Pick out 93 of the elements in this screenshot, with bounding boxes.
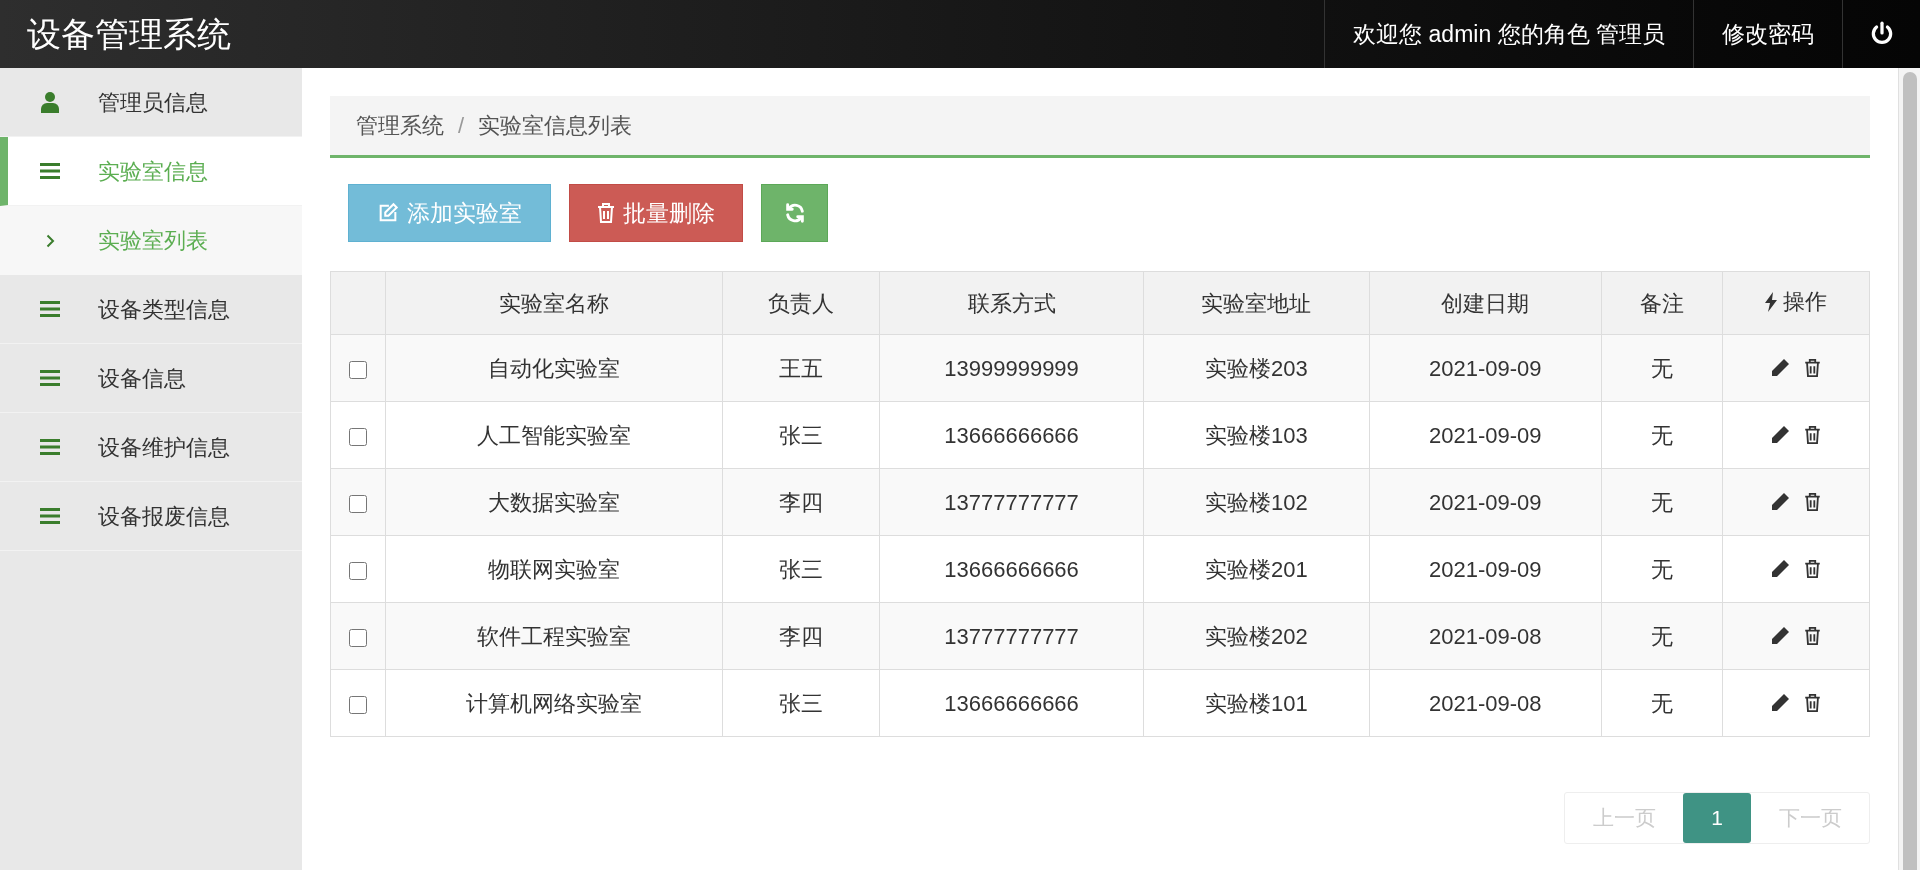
breadcrumb-item[interactable]: 管理系统 bbox=[356, 109, 444, 142]
table-cell: 实验楼203 bbox=[1143, 334, 1370, 402]
column-header: 备注 bbox=[1601, 271, 1723, 335]
table-cell: 王五 bbox=[722, 334, 880, 402]
table-cell: 无 bbox=[1601, 669, 1723, 737]
batch-delete-button[interactable]: 批量删除 bbox=[569, 184, 743, 242]
column-header: 创建日期 bbox=[1369, 271, 1601, 335]
table-cell: 软件工程实验室 bbox=[385, 602, 723, 670]
menu-icon bbox=[40, 370, 60, 386]
column-header: 实验室地址 bbox=[1143, 271, 1370, 335]
delete-button[interactable] bbox=[1804, 559, 1822, 579]
table-cell: 13999999999 bbox=[879, 334, 1144, 402]
trash-icon bbox=[1804, 492, 1822, 512]
refresh-button[interactable] bbox=[761, 184, 828, 242]
edit-button[interactable] bbox=[1770, 425, 1791, 445]
pencil-icon bbox=[1770, 559, 1791, 579]
trash-icon bbox=[1804, 425, 1822, 445]
delete-button[interactable] bbox=[1804, 358, 1822, 378]
menu-icon bbox=[40, 301, 60, 317]
column-header: 联系方式 bbox=[879, 271, 1144, 335]
menu-icon bbox=[40, 508, 60, 524]
table-cell: 13666666666 bbox=[879, 535, 1144, 603]
delete-button[interactable] bbox=[1804, 425, 1822, 445]
edit-button[interactable] bbox=[1770, 693, 1791, 713]
page-button[interactable]: 1 bbox=[1683, 793, 1751, 843]
trash-icon bbox=[1804, 358, 1822, 378]
column-header: 实验室名称 bbox=[385, 271, 723, 335]
table-cell: 人工智能实验室 bbox=[385, 401, 723, 469]
change-password-link[interactable]: 修改密码 bbox=[1693, 0, 1842, 68]
table-cell: 自动化实验室 bbox=[385, 334, 723, 402]
row-checkbox[interactable] bbox=[348, 561, 367, 580]
table-cell: 13777777777 bbox=[879, 468, 1144, 536]
refresh-icon bbox=[783, 202, 806, 224]
pencil-icon bbox=[1770, 358, 1791, 378]
column-header: 负责人 bbox=[722, 271, 880, 335]
table-cell: 实验楼103 bbox=[1143, 401, 1370, 469]
trash-icon bbox=[1804, 559, 1822, 579]
table-cell: 2021-09-09 bbox=[1369, 468, 1601, 536]
table-cell: 物联网实验室 bbox=[385, 535, 723, 603]
delete-button[interactable] bbox=[1804, 492, 1822, 512]
table-cell: 计算机网络实验室 bbox=[385, 669, 723, 737]
edit-button[interactable] bbox=[1770, 358, 1791, 378]
table-cell: 13666666666 bbox=[879, 401, 1144, 469]
pencil-icon bbox=[1770, 492, 1791, 512]
table-cell: 2021-09-08 bbox=[1369, 669, 1601, 737]
edit-button[interactable] bbox=[1770, 559, 1791, 579]
breadcrumb-item: 实验室信息列表 bbox=[478, 112, 633, 140]
pencil-icon bbox=[1770, 626, 1791, 646]
menu-icon bbox=[40, 163, 60, 179]
table-cell: 李四 bbox=[722, 468, 880, 536]
table-cell: 无 bbox=[1601, 334, 1723, 402]
table-cell: 实验楼202 bbox=[1143, 602, 1370, 670]
table-cell: 13666666666 bbox=[879, 669, 1144, 737]
app-title: 设备管理系统 bbox=[26, 13, 232, 55]
user-icon bbox=[40, 91, 60, 113]
table-cell: 实验楼201 bbox=[1143, 535, 1370, 603]
trash-icon bbox=[1804, 693, 1822, 713]
trash-icon bbox=[597, 202, 615, 224]
menu-icon bbox=[40, 439, 60, 455]
table-cell: 2021-09-09 bbox=[1369, 535, 1601, 603]
table-cell: 13777777777 bbox=[879, 602, 1144, 670]
table-cell: 无 bbox=[1601, 535, 1723, 603]
pencil-icon bbox=[1770, 425, 1791, 445]
table-cell: 大数据实验室 bbox=[385, 468, 723, 536]
table-cell: 张三 bbox=[722, 401, 880, 469]
edit-button[interactable] bbox=[1770, 626, 1791, 646]
table-cell: 无 bbox=[1601, 468, 1723, 536]
row-checkbox[interactable] bbox=[348, 494, 367, 513]
table-cell: 张三 bbox=[722, 535, 880, 603]
row-checkbox[interactable] bbox=[348, 360, 367, 379]
table-cell: 实验楼101 bbox=[1143, 669, 1370, 737]
chevron-icon bbox=[45, 233, 55, 248]
table-cell: 2021-09-08 bbox=[1369, 602, 1601, 670]
row-checkbox[interactable] bbox=[348, 628, 367, 647]
table-cell: 实验楼102 bbox=[1143, 468, 1370, 536]
table-cell: 2021-09-09 bbox=[1369, 334, 1601, 402]
table-cell: 李四 bbox=[722, 602, 880, 670]
column-header: 操作 bbox=[1722, 271, 1870, 335]
table-cell: 张三 bbox=[722, 669, 880, 737]
pencil-icon bbox=[1770, 693, 1791, 713]
table-cell: 无 bbox=[1601, 401, 1723, 469]
row-checkbox[interactable] bbox=[348, 695, 367, 714]
welcome-text: 欢迎您 admin 您的角色 管理员 bbox=[1324, 0, 1693, 68]
trash-icon bbox=[1804, 626, 1822, 646]
edit-icon bbox=[377, 202, 399, 224]
delete-button[interactable] bbox=[1804, 626, 1822, 646]
table-cell: 无 bbox=[1601, 602, 1723, 670]
table-cell: 2021-09-09 bbox=[1369, 401, 1601, 469]
row-checkbox[interactable] bbox=[348, 427, 367, 446]
delete-button[interactable] bbox=[1804, 693, 1822, 713]
lightning-icon bbox=[1764, 291, 1777, 312]
edit-button[interactable] bbox=[1770, 492, 1791, 512]
breadcrumb-separator: / bbox=[458, 112, 465, 140]
